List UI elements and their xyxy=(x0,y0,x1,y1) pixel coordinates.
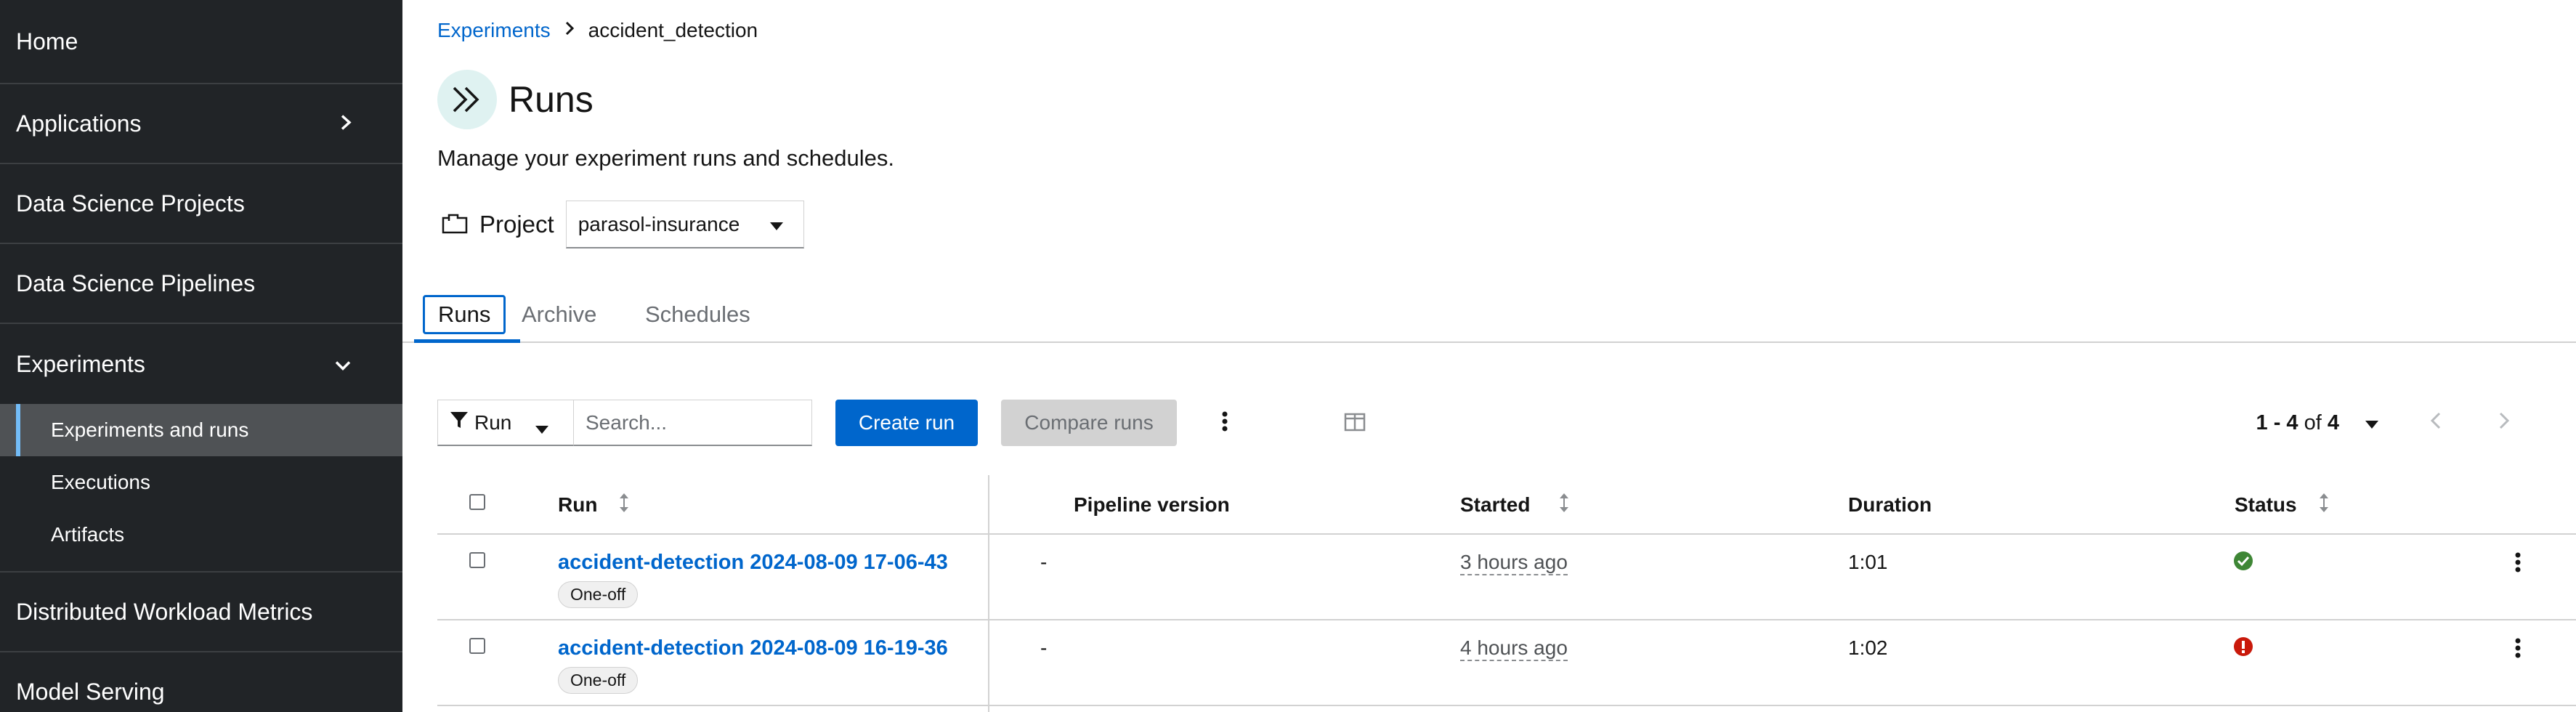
breadcrumb: Experiments accident_detection xyxy=(437,19,758,42)
nav-artifacts-label: Artifacts xyxy=(51,523,125,546)
sort-icon xyxy=(619,493,629,518)
pagination-range[interactable]: 1 - 4 of 4 xyxy=(2256,411,2339,435)
page-description: Manage your experiment runs and schedule… xyxy=(437,145,894,171)
nav-experiments-group: Experiments Experiments and runs Executi… xyxy=(0,324,402,573)
breadcrumb-separator-icon xyxy=(565,20,574,41)
filter-select-label: Run xyxy=(474,410,512,434)
table-row: accident-detection 2024-08-09 16-19-36 O… xyxy=(437,620,2576,706)
kebab-icon[interactable] xyxy=(1222,408,1228,438)
sort-icon xyxy=(1559,493,1569,518)
manage-columns-icon[interactable] xyxy=(1344,413,1366,435)
breadcrumb-experiments-link[interactable]: Experiments xyxy=(437,19,551,42)
nav-data-science-projects-label: Data Science Projects xyxy=(16,190,245,217)
compare-runs-button[interactable]: Compare runs xyxy=(1001,400,1177,446)
project-select-value: parasol-insurance xyxy=(578,212,740,235)
page-header: Runs xyxy=(437,70,594,129)
nav-artifacts[interactable]: Artifacts xyxy=(0,509,402,561)
pipeline-version-cell: - xyxy=(1040,636,1048,659)
project-icon xyxy=(442,212,468,238)
filter-select[interactable]: Run xyxy=(437,400,574,446)
project-selector-row: Project parasol-insurance xyxy=(442,201,804,248)
nav-experiments-label: Experiments xyxy=(16,350,145,377)
create-run-button[interactable]: Create run xyxy=(835,400,978,446)
started-cell[interactable]: 4 hours ago xyxy=(1460,636,1568,661)
nav-experiments-and-runs-label: Experiments and runs xyxy=(51,418,249,441)
column-header-duration-label: Duration xyxy=(1848,493,1932,516)
column-header-started-label: Started xyxy=(1460,493,1531,516)
nav-experiments[interactable]: Experiments xyxy=(0,324,402,404)
nav-model-serving[interactable]: Model Serving xyxy=(0,652,402,712)
runs-table: Run Pipeline version Started Duration St… xyxy=(437,475,2576,706)
table-header: Run Pipeline version Started Duration St… xyxy=(437,475,2576,535)
main-content: Experiments accident_detection Runs Mana… xyxy=(402,0,2576,712)
started-cell[interactable]: 3 hours ago xyxy=(1460,551,1568,575)
nav-executions-label: Executions xyxy=(51,471,150,493)
previous-page-icon[interactable] xyxy=(2430,411,2441,435)
next-page-icon[interactable] xyxy=(2499,411,2510,435)
runs-icon xyxy=(437,70,497,129)
chevron-down-icon xyxy=(334,351,352,378)
nav-applications[interactable]: Applications xyxy=(0,84,402,164)
nav-applications-label: Applications xyxy=(16,110,142,137)
nav-distributed-workload-metrics[interactable]: Distributed Workload Metrics xyxy=(0,573,402,652)
nav-home[interactable]: Home xyxy=(0,0,402,84)
nav-data-science-pipelines-label: Data Science Pipelines xyxy=(16,270,256,296)
project-label: Project xyxy=(479,211,554,238)
column-header-status-label: Status xyxy=(2235,493,2297,516)
chevron-right-icon xyxy=(340,110,352,137)
row-checkbox[interactable] xyxy=(469,552,485,568)
run-type-badge: One-off xyxy=(558,581,639,608)
caret-down-icon xyxy=(769,213,783,236)
duration-cell: 1:01 xyxy=(1848,551,1888,573)
nav-distributed-workload-metrics-label: Distributed Workload Metrics xyxy=(16,598,313,625)
pagination-range-value: 1 - 4 xyxy=(2256,410,2298,434)
caret-down-icon xyxy=(535,416,548,440)
pagination-total: 4 xyxy=(2327,410,2339,434)
tab-runs[interactable]: Runs xyxy=(408,288,521,343)
nav-data-science-pipelines[interactable]: Data Science Pipelines xyxy=(0,244,402,324)
duration-cell: 1:02 xyxy=(1848,636,1888,659)
column-header-started[interactable]: Started xyxy=(1460,475,1569,535)
error-status-icon xyxy=(2233,636,2253,660)
column-header-run[interactable]: Run xyxy=(558,475,629,535)
breadcrumb-current: accident_detection xyxy=(588,19,758,41)
nav-model-serving-label: Model Serving xyxy=(16,678,165,705)
caret-down-icon[interactable] xyxy=(2365,411,2378,435)
column-header-duration: Duration xyxy=(1848,475,1932,535)
pagination: 1 - 4 of 4 xyxy=(2256,400,2510,446)
tab-archive-label: Archive xyxy=(522,302,597,327)
search-input[interactable] xyxy=(574,400,812,446)
row-actions-kebab-icon[interactable] xyxy=(2515,636,2521,663)
success-status-icon xyxy=(2233,551,2253,575)
pagination-of: of xyxy=(2304,410,2322,434)
run-name-link[interactable]: accident-detection 2024-08-09 16-19-36 xyxy=(558,636,948,660)
page-title: Runs xyxy=(509,79,594,120)
column-header-status[interactable]: Status xyxy=(2235,475,2329,535)
sidebar: Home Applications Data Science Projects … xyxy=(0,0,402,712)
tab-runs-label: Runs xyxy=(423,295,506,334)
column-header-pipeline-version-label: Pipeline version xyxy=(1074,493,1230,516)
nav-data-science-projects[interactable]: Data Science Projects xyxy=(0,164,402,244)
row-actions-kebab-icon[interactable] xyxy=(2515,551,2521,578)
nav-home-label: Home xyxy=(16,28,78,54)
table-row: accident-detection 2024-08-09 17-06-43 O… xyxy=(437,535,2576,620)
select-all-checkbox[interactable] xyxy=(469,494,485,510)
tab-schedules[interactable]: Schedules xyxy=(631,288,765,341)
tabs: Runs Archive Schedules xyxy=(402,288,2576,343)
nav-experiments-and-runs[interactable]: Experiments and runs xyxy=(0,404,402,456)
column-header-pipeline-version: Pipeline version xyxy=(1074,475,1230,535)
tab-schedules-label: Schedules xyxy=(645,302,750,327)
column-header-run-label: Run xyxy=(558,493,598,516)
run-type-badge: One-off xyxy=(558,667,639,694)
filter-icon xyxy=(450,410,469,434)
sort-icon xyxy=(2319,493,2329,518)
project-select[interactable]: parasol-insurance xyxy=(565,201,804,248)
nav-executions[interactable]: Executions xyxy=(0,456,402,509)
run-name-link[interactable]: accident-detection 2024-08-09 17-06-43 xyxy=(558,551,948,575)
row-checkbox[interactable] xyxy=(469,638,485,654)
toolbar: Run Create run Compare runs 1 - 4 of 4 xyxy=(437,400,2576,446)
tab-archive[interactable]: Archive xyxy=(507,288,611,341)
pipeline-version-cell: - xyxy=(1040,551,1048,573)
